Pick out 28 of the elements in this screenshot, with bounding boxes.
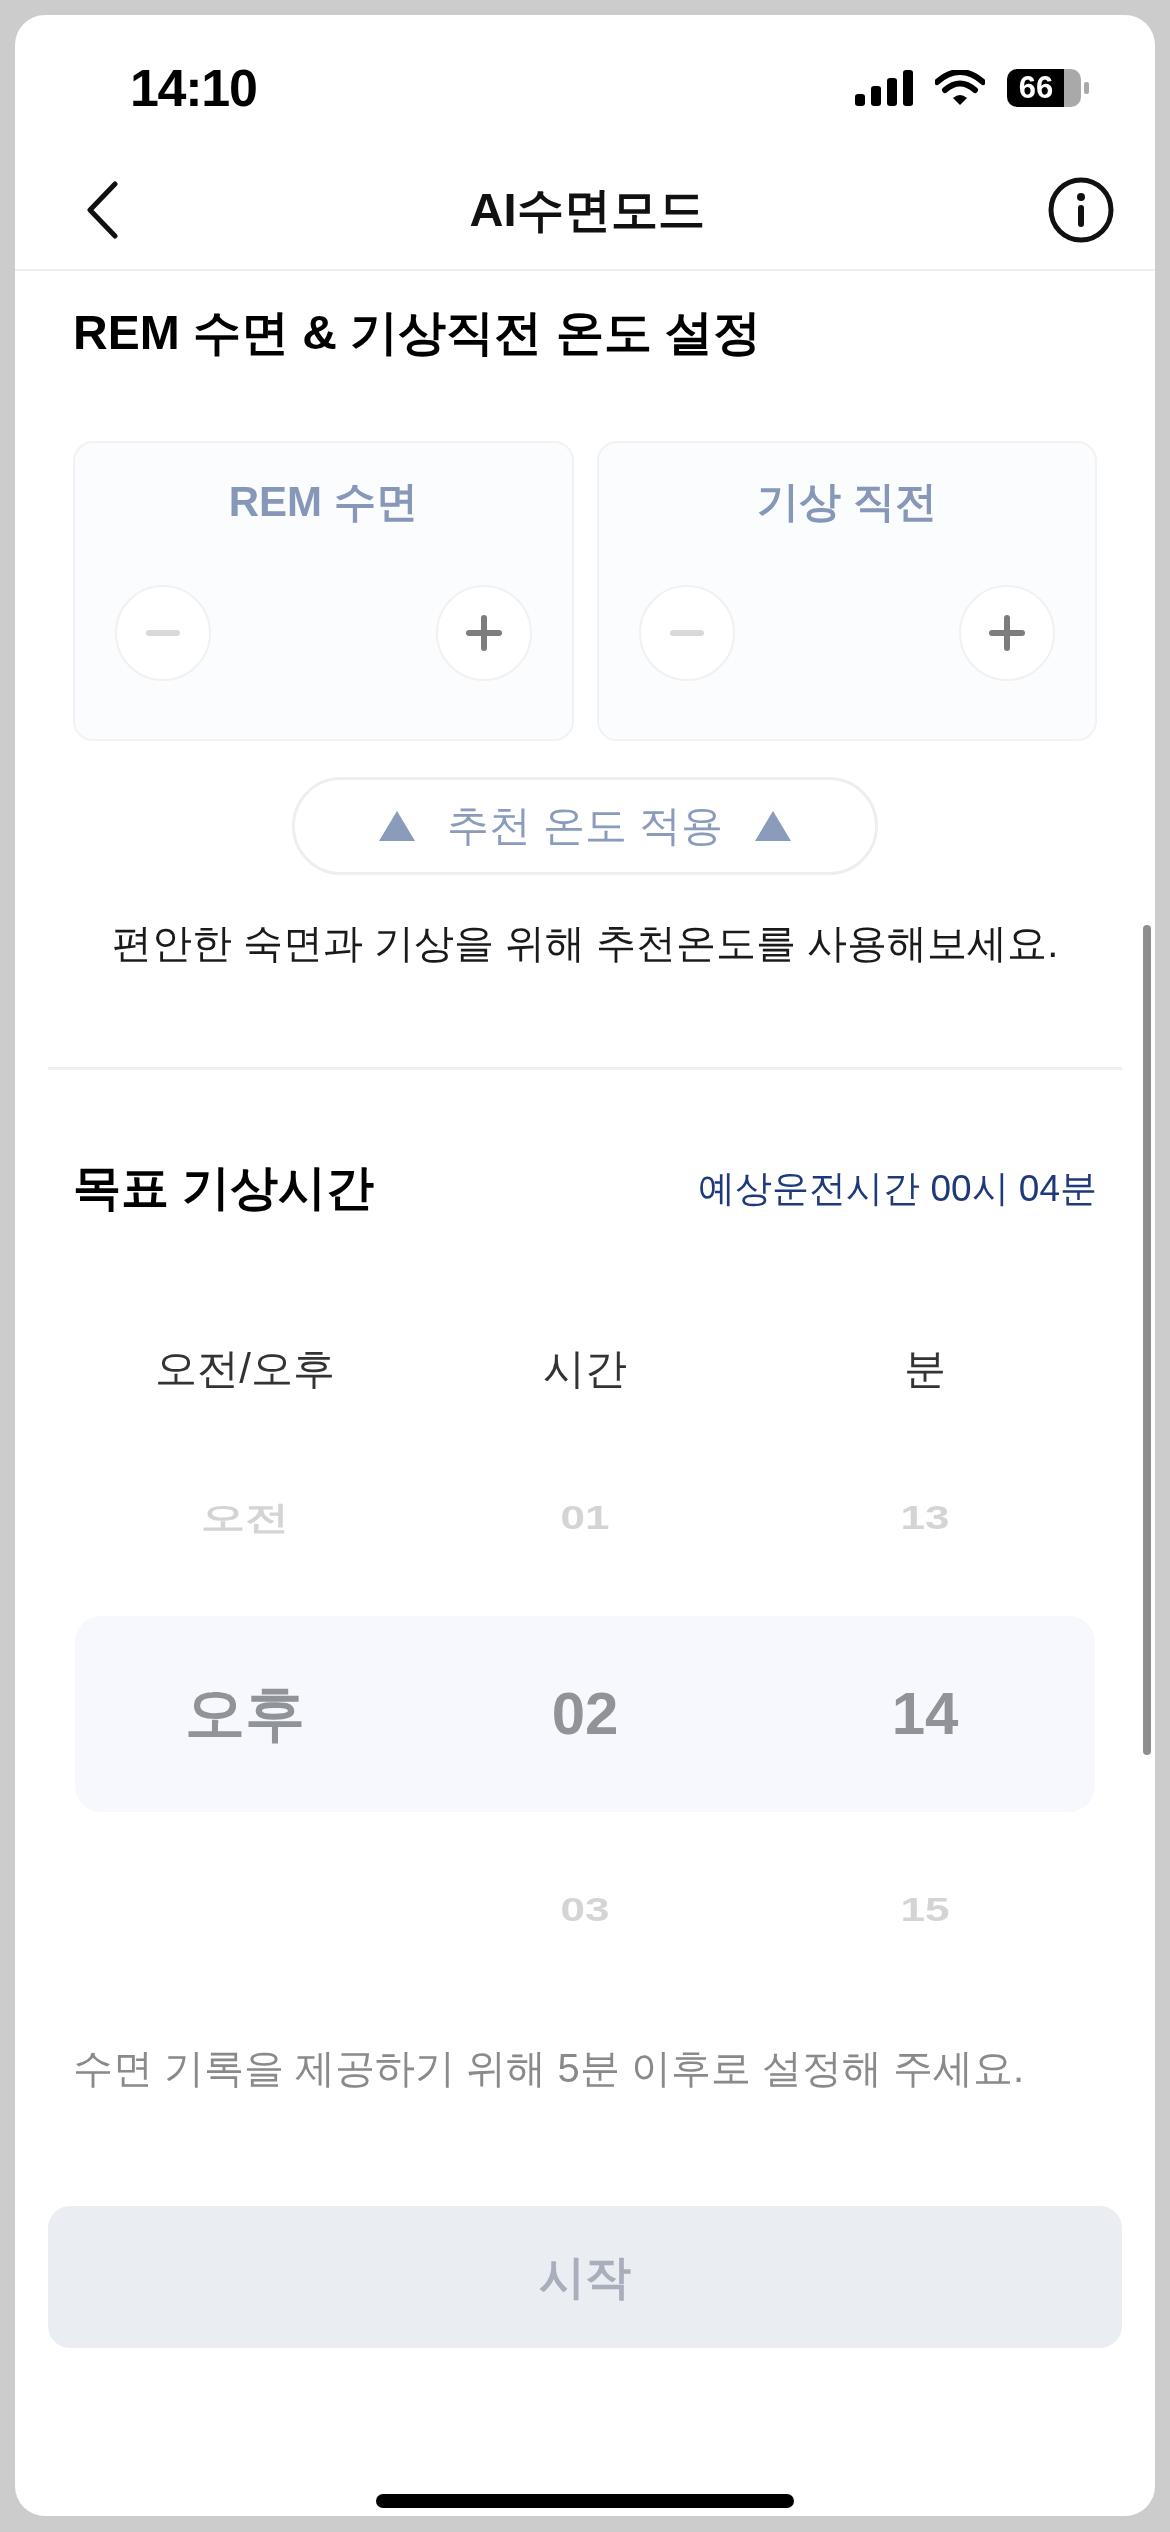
info-icon <box>1048 176 1114 243</box>
minus-icon <box>146 630 180 636</box>
picker-column-header: 시간 <box>543 1348 627 1390</box>
plus-icon <box>989 615 1025 651</box>
back-chevron-icon <box>86 180 118 239</box>
picker-option[interactable]: 02 <box>551 1684 619 1744</box>
status-time: 14:10 <box>130 61 257 114</box>
card-label: REM 수면 <box>228 481 418 523</box>
triangle-icon <box>754 811 791 841</box>
triangle-icon <box>379 811 416 841</box>
recommend-description: 편안한 숙면과 기상을 위해 추천온도를 사용해보세요. <box>110 923 1060 963</box>
plus-icon <box>465 615 502 651</box>
estimated-run-time: 예상운전시간 00시 04분 <box>698 1169 1097 1207</box>
card-label: 기상 직전 <box>756 481 937 523</box>
battery-indicator: 66 <box>1007 68 1089 107</box>
picker-option[interactable]: 14 <box>891 1684 959 1744</box>
wifi-icon <box>935 69 985 106</box>
signal-icon <box>855 69 913 106</box>
wake-time-note: 수면 기록을 제공하기 위해 5분 이후로 설정해 주세요. <box>72 2048 1026 2088</box>
info-button[interactable] <box>1047 175 1115 244</box>
section-title: REM 수면 & 기상직전 온도 설정 <box>73 309 762 357</box>
minus-icon <box>669 630 704 636</box>
section-title: 목표 기상시간 <box>73 1164 375 1212</box>
picker-option[interactable]: 오후 <box>185 1684 305 1744</box>
recommend-temperature-button[interactable]: 추천 온도 적용 <box>292 777 878 875</box>
page-title: AI수면모드 <box>469 186 705 233</box>
picker-column-header: 분 <box>904 1348 946 1390</box>
picker-column-header: 오전/오후 <box>155 1348 335 1390</box>
